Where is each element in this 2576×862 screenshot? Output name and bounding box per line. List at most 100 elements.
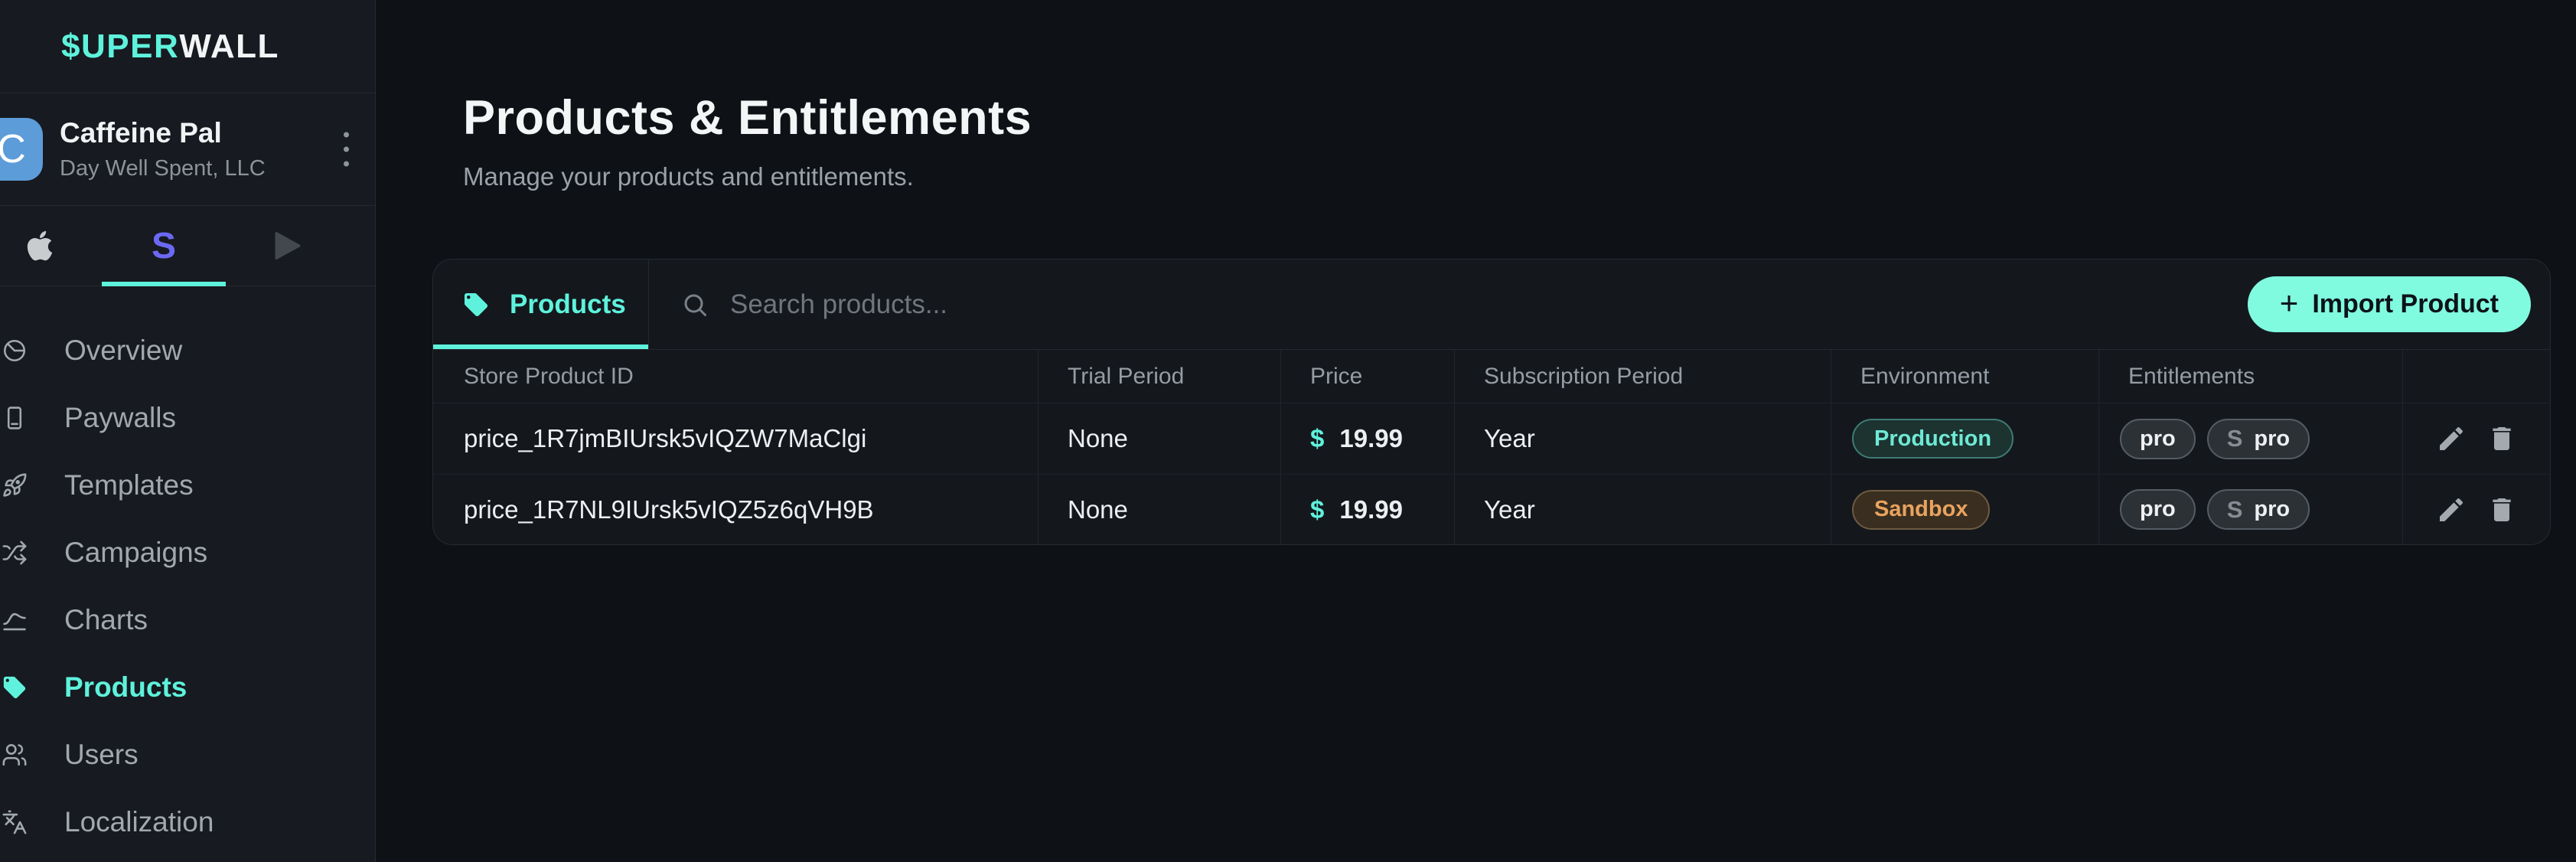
app-avatar: C xyxy=(0,118,43,181)
tag-icon xyxy=(462,291,490,318)
app-names: Caffeine Pal Day Well Spent, LLC xyxy=(60,117,266,181)
search-input[interactable] xyxy=(730,289,2248,320)
apple-icon xyxy=(26,229,54,263)
cell-trial-period: None xyxy=(1039,403,1281,474)
cell-price: $ 19.99 xyxy=(1281,403,1455,474)
app-selector[interactable]: C Caffeine Pal Day Well Spent, LLC xyxy=(0,93,375,206)
platform-tab-apple[interactable] xyxy=(0,206,102,286)
tag-icon xyxy=(2,674,28,700)
app-name: Caffeine Pal xyxy=(60,117,266,149)
platform-tabs: S xyxy=(0,206,375,286)
cell-environment: Sandbox xyxy=(1831,475,2099,544)
sidebar-item-localization[interactable]: Localization xyxy=(0,789,375,856)
currency-symbol: $ xyxy=(1310,495,1324,524)
currency-symbol: $ xyxy=(1310,424,1324,453)
translate-icon xyxy=(2,809,28,835)
cell-environment: Production xyxy=(1831,403,2099,474)
search-box xyxy=(649,260,2248,349)
tab-products-label: Products xyxy=(510,289,626,320)
environment-badge: Production xyxy=(1852,419,2014,459)
cell-entitlements: pro Spro xyxy=(2099,403,2403,474)
trash-icon xyxy=(2486,495,2517,525)
sidebar-item-label: Charts xyxy=(64,604,148,636)
app-window: $UPERWALL C Caffeine Pal Day Well Spent,… xyxy=(0,0,2576,862)
delete-button[interactable] xyxy=(2480,417,2523,460)
main-content: Products & Entitlements Manage your prod… xyxy=(376,0,2576,862)
entitlement-badge: pro xyxy=(2120,489,2196,530)
sidebar-item-overview[interactable]: Overview xyxy=(0,317,375,384)
price-amount: 19.99 xyxy=(1339,424,1403,453)
entitlement-badge: pro xyxy=(2120,419,2196,459)
sidebar-item-products[interactable]: Products xyxy=(0,654,375,721)
stripe-icon: S xyxy=(152,225,176,267)
cell-price: $ 19.99 xyxy=(1281,475,1455,544)
sidebar-item-label: Localization xyxy=(64,806,214,838)
edit-button[interactable] xyxy=(2430,417,2473,460)
play-icon xyxy=(274,230,302,261)
column-actions xyxy=(2403,350,2550,403)
sidebar-item-paywalls[interactable]: Paywalls xyxy=(0,384,375,452)
edit-button[interactable] xyxy=(2430,488,2473,531)
sidebar-item-label: Templates xyxy=(64,469,194,501)
pencil-icon xyxy=(2436,495,2467,525)
shuffle-icon xyxy=(2,540,28,566)
chart-line-icon xyxy=(2,607,28,633)
column-price: Price xyxy=(1281,350,1455,403)
table-row: price_1R7NL9IUrsk5vIQZ5z6qVH9B None $ 19… xyxy=(433,474,2550,544)
products-panel: Products + Import Product Store Product … xyxy=(432,259,2551,545)
column-entitlements: Entitlements xyxy=(2099,350,2403,403)
entitlement-badge-stripe: Spro xyxy=(2207,419,2310,459)
trash-icon xyxy=(2486,423,2517,454)
cell-subscription-period: Year xyxy=(1455,475,1831,544)
import-product-button[interactable]: + Import Product xyxy=(2248,276,2531,332)
sidebar-nav: Overview Paywalls Templates Campaigns Ch… xyxy=(0,286,375,856)
cell-actions xyxy=(2403,403,2550,474)
phone-icon xyxy=(2,405,28,431)
sidebar-item-users[interactable]: Users xyxy=(0,721,375,789)
users-icon xyxy=(2,742,28,768)
import-product-label: Import Product xyxy=(2312,289,2499,319)
table-header-row: Store Product ID Trial Period Price Subs… xyxy=(433,350,2550,403)
cell-actions xyxy=(2403,475,2550,544)
cell-entitlements: pro Spro xyxy=(2099,475,2403,544)
brand-logo: $UPERWALL xyxy=(0,0,375,93)
price-amount: 19.99 xyxy=(1339,495,1403,524)
sidebar-item-label: Paywalls xyxy=(64,402,176,434)
column-trial-period: Trial Period xyxy=(1039,350,1281,403)
brand-logo-rest: WALL xyxy=(179,28,279,66)
cell-trial-period: None xyxy=(1039,475,1281,544)
sidebar-item-templates[interactable]: Templates xyxy=(0,452,375,519)
app-menu-kebab-icon[interactable] xyxy=(337,126,355,173)
delete-button[interactable] xyxy=(2480,488,2523,531)
sidebar-item-label: Products xyxy=(64,671,187,704)
entitlement-badge-stripe: Spro xyxy=(2207,489,2310,530)
platform-tab-stripe[interactable]: S xyxy=(102,206,226,286)
column-store-product-id: Store Product ID xyxy=(433,350,1039,403)
sidebar: $UPERWALL C Caffeine Pal Day Well Spent,… xyxy=(0,0,376,862)
panel-toolbar: Products + Import Product xyxy=(433,260,2550,350)
pencil-icon xyxy=(2436,423,2467,454)
table-row: price_1R7jmBIUrsk5vIQZW7MaClgi None $ 19… xyxy=(433,403,2550,474)
sidebar-item-label: Campaigns xyxy=(64,537,207,569)
search-icon xyxy=(681,291,709,318)
plus-icon: + xyxy=(2280,287,2299,319)
stripe-icon: S xyxy=(2227,496,2243,524)
sidebar-item-label: Overview xyxy=(64,335,182,367)
pie-chart-icon xyxy=(2,338,28,364)
sidebar-item-campaigns[interactable]: Campaigns xyxy=(0,519,375,586)
products-table: Store Product ID Trial Period Price Subs… xyxy=(433,350,2550,544)
app-company: Day Well Spent, LLC xyxy=(60,156,266,181)
page-subtitle: Manage your products and entitlements. xyxy=(463,162,2551,191)
cell-store-product-id: price_1R7NL9IUrsk5vIQZ5z6qVH9B xyxy=(433,475,1039,544)
brand-logo-accent: $UPER xyxy=(61,28,179,66)
column-environment: Environment xyxy=(1831,350,2099,403)
rocket-icon xyxy=(2,472,28,498)
page-title: Products & Entitlements xyxy=(463,90,2551,145)
cell-subscription-period: Year xyxy=(1455,403,1831,474)
platform-tab-google-play[interactable] xyxy=(226,206,350,286)
sidebar-item-label: Users xyxy=(64,739,139,771)
stripe-icon: S xyxy=(2227,425,2243,452)
cell-store-product-id: price_1R7jmBIUrsk5vIQZW7MaClgi xyxy=(433,403,1039,474)
tab-products[interactable]: Products xyxy=(433,260,649,349)
sidebar-item-charts[interactable]: Charts xyxy=(0,586,375,654)
